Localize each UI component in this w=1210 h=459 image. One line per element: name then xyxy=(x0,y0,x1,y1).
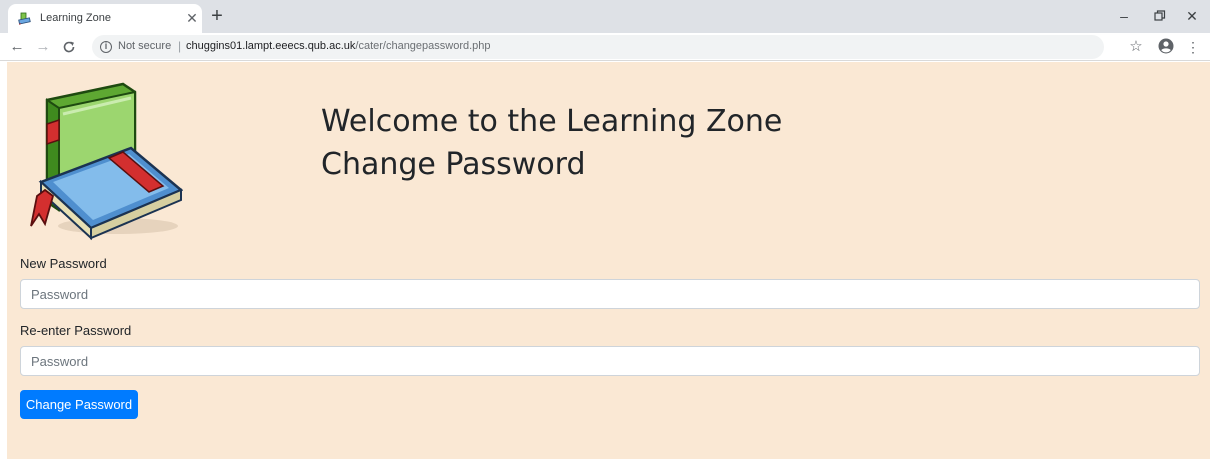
restore-button[interactable] xyxy=(1148,6,1172,26)
url-separator: | xyxy=(178,39,182,53)
learning-zone-favicon-icon xyxy=(18,12,31,25)
url-path: /cater/changepassword.php xyxy=(355,40,491,52)
address-bar[interactable]: i Not secure | chuggins01.lampt.eeecs.qu… xyxy=(92,35,1104,59)
new-tab-button[interactable]: + xyxy=(206,5,228,27)
back-button[interactable]: ← xyxy=(6,36,28,58)
account-icon[interactable] xyxy=(1158,38,1174,54)
security-label: Not secure xyxy=(118,40,172,52)
url-host: chuggins01.lampt.eeecs.qub.ac.uk xyxy=(186,40,356,52)
page-title-welcome: Welcome to the Learning Zone xyxy=(321,104,783,139)
reload-button[interactable] xyxy=(58,36,80,58)
browser-menu-icon[interactable]: ⋮ xyxy=(1186,37,1200,57)
browser-tab[interactable]: Learning Zone ✕ xyxy=(8,4,202,33)
browser-tabstrip: Learning Zone ✕ + – ✕ xyxy=(0,0,1210,33)
reload-icon xyxy=(63,41,75,53)
reenter-password-input[interactable] xyxy=(20,346,1200,376)
info-icon[interactable]: i xyxy=(100,41,112,53)
books-icon xyxy=(30,82,183,241)
page-title: Welcome to the Learning Zone Change Pass… xyxy=(321,100,782,186)
page-body: Welcome to the Learning Zone Change Pass… xyxy=(7,62,1210,459)
new-password-input[interactable] xyxy=(20,279,1200,309)
restore-icon xyxy=(1154,10,1166,21)
url-text[interactable]: chuggins01.lampt.eeecs.qub.ac.uk/cater/c… xyxy=(186,40,491,52)
new-password-label: New Password xyxy=(20,256,107,271)
tab-title: Learning Zone xyxy=(40,12,111,24)
browser-toolbar: ← → i Not secure | chuggins01.lampt.eeec… xyxy=(0,33,1210,61)
minimize-button[interactable]: – xyxy=(1112,6,1136,26)
tab-close-icon[interactable]: ✕ xyxy=(184,10,200,26)
change-password-button[interactable]: Change Password xyxy=(20,390,138,419)
bookmark-star-icon[interactable]: ☆ xyxy=(1126,37,1146,57)
page-title-change-password: Change Password xyxy=(321,147,586,182)
forward-button[interactable]: → xyxy=(32,36,54,58)
close-window-button[interactable]: ✕ xyxy=(1180,6,1204,26)
reenter-password-label: Re-enter Password xyxy=(20,323,132,338)
